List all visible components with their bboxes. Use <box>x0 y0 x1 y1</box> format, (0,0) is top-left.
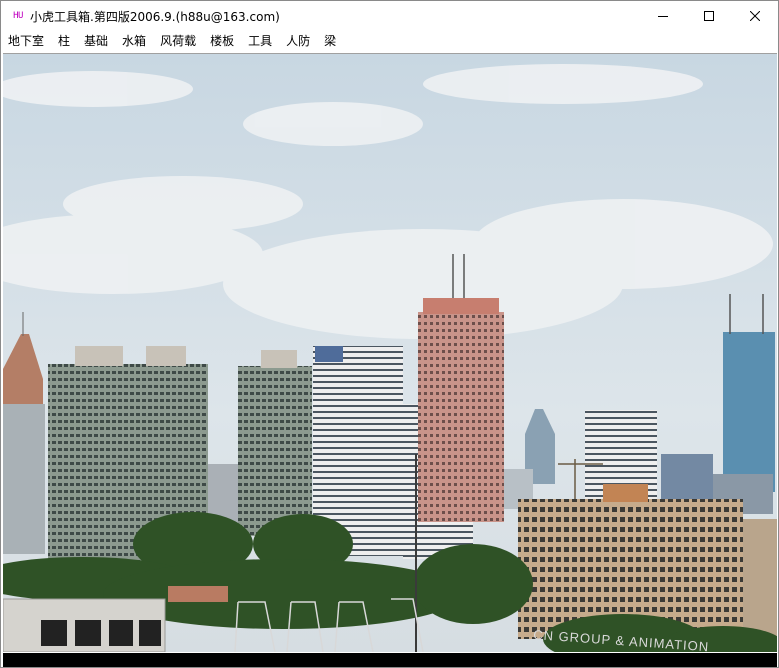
menu-item-beam[interactable]: 梁 <box>317 31 343 51</box>
menu-item-tools[interactable]: 工具 <box>241 31 279 51</box>
close-icon <box>750 11 760 21</box>
minimize-button[interactable] <box>640 1 686 31</box>
bottom-strip <box>3 653 777 667</box>
app-window: HU 小虎工具箱.第四版2006.9.(h88u@163.com) 地下室 柱 … <box>0 0 779 668</box>
close-button[interactable] <box>732 1 778 31</box>
menu-item-civil-defense[interactable]: 人防 <box>279 31 317 51</box>
menu-item-column[interactable]: 柱 <box>51 31 77 51</box>
title-bar[interactable]: HU 小虎工具箱.第四版2006.9.(h88u@163.com) <box>1 1 778 31</box>
menu-item-foundation[interactable]: 基础 <box>77 31 115 51</box>
caption-buttons <box>640 1 778 31</box>
menu-item-floor-slab[interactable]: 楼板 <box>203 31 241 51</box>
maximize-button[interactable] <box>686 1 732 31</box>
menu-item-water-tank[interactable]: 水箱 <box>115 31 153 51</box>
app-icon[interactable]: HU <box>10 8 26 24</box>
maximize-icon <box>704 11 714 21</box>
menu-item-basement[interactable]: 地下室 <box>1 31 51 51</box>
window-title: 小虎工具箱.第四版2006.9.(h88u@163.com) <box>30 9 280 24</box>
foreground-building-left <box>3 598 166 652</box>
red-roof <box>168 586 228 602</box>
skyline-illustration: CN GROUP & ANIMATION <box>3 54 777 652</box>
menu-bar: 地下室 柱 基础 水箱 风荷载 楼板 工具 人防 梁 <box>1 31 778 51</box>
menu-item-wind-load[interactable]: 风荷载 <box>153 31 203 51</box>
minimize-icon <box>658 16 668 17</box>
skyline-photo: CN GROUP & ANIMATION <box>3 53 777 652</box>
